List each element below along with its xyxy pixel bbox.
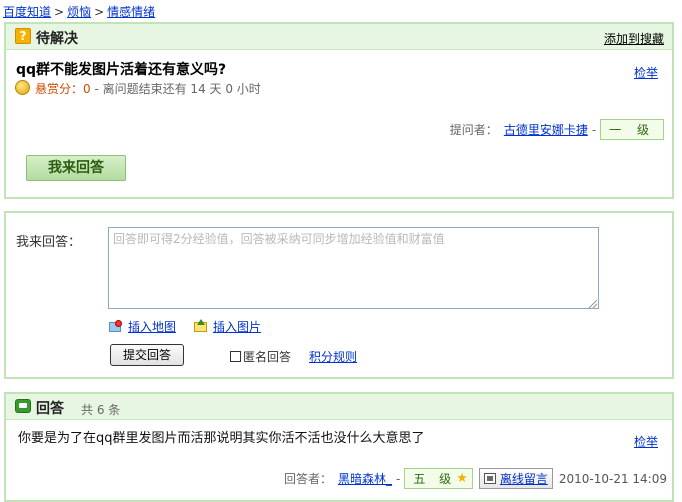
offline-message-label: 离线留言 [499,472,548,486]
reply-panel: 我来回答： 插入地图 插入图片 提交回答 匿名回答 积分规则 [4,211,674,379]
answer-text: 你要是为了在qq群里发图片而活那说明其实你活不活也没什么大意思了 [18,431,425,446]
offline-message-button[interactable]: 离线留言 [478,468,553,489]
breadcrumb-separator: > [94,5,105,19]
anonymous-option: 匿名回答 [230,348,291,365]
pending-title: 待解决 [36,31,78,47]
breadcrumb-separator: > [54,5,65,19]
asker-info: 提问者： 古德里安娜卡捷 - 一 级 [450,119,664,140]
breadcrumb-worries[interactable]: 烦恼 [67,5,91,19]
answerer-label: 回答者： [283,472,332,486]
pending-panel-header: ? 待解决 添加到搜藏 [6,24,672,50]
coin-icon [15,80,30,95]
answers-panel-header: 回答 共 6 条 [6,394,672,420]
insert-map-link[interactable]: 插入地图 [128,318,176,335]
reward-label: 悬赏分： [35,82,84,96]
breadcrumb-baidu-zhidao[interactable]: 百度知道 [3,5,51,19]
add-to-favorites-link[interactable]: 添加到搜藏 [604,30,664,47]
asker-dash: - [591,122,597,137]
reply-label: 我来回答： [16,235,82,250]
chat-icon [15,399,31,413]
reply-textarea[interactable] [108,227,599,309]
answerer-info: 回答者： 黑暗森林_ - 五 级 ★ 离线留言 2010-10-21 14:09 [284,468,667,489]
question-icon: ? [15,28,31,44]
asker-label: 提问者： [449,123,498,137]
report-answer-link[interactable]: 检举 [634,433,658,450]
pending-question-panel: ? 待解决 添加到搜藏 qq群不能发图片活着还有意义吗? 检举 悬赏分：0 - … [4,22,674,199]
answerer-name-link[interactable]: 黑暗森林_ [338,470,392,487]
image-icon [194,319,208,333]
answers-title: 回答 [36,401,64,417]
answer-button[interactable]: 我来回答 [26,155,126,181]
reward-info: 悬赏分：0 - 离问题结束还有 14 天 0 小时 [35,80,261,97]
remaining-time: - 离问题结束还有 14 天 0 小时 [90,82,261,96]
answerer-level-text: 五 级 [413,472,457,486]
breadcrumb: 百度知道 > 烦恼 > 情感情绪 [3,3,155,20]
message-icon [483,473,496,484]
breadcrumb-emotions[interactable]: 情感情绪 [107,5,155,19]
insert-toolbar: 插入地图 插入图片 [109,318,261,335]
answers-count: 共 6 条 [81,403,121,417]
answerer-level-badge: 五 级 ★ [404,468,473,489]
anonymous-checkbox[interactable] [230,351,241,362]
question-title: qq群不能发图片活着还有意义吗? [16,62,227,78]
insert-image-link[interactable]: 插入图片 [213,318,261,335]
answers-panel: 回答 共 6 条 你要是为了在qq群里发图片而活那说明其实你活不活也没什么大意思… [4,392,674,502]
asker-level-badge: 一 级 [600,119,664,140]
map-icon [109,320,123,333]
reward-value: 0 [83,82,91,96]
answer-timestamp: 2010-10-21 14:09 [558,471,667,486]
points-rules-link[interactable]: 积分规则 [309,348,357,365]
submit-answer-button[interactable]: 提交回答 [110,344,184,366]
asker-name-link[interactable]: 古德里安娜卡捷 [504,121,588,138]
report-question-link[interactable]: 检举 [634,64,658,81]
anonymous-label: 匿名回答 [243,350,292,364]
answerer-dash: - [396,471,401,486]
star-icon: ★ [456,471,468,486]
textarea-resize-handle[interactable] [589,300,597,308]
